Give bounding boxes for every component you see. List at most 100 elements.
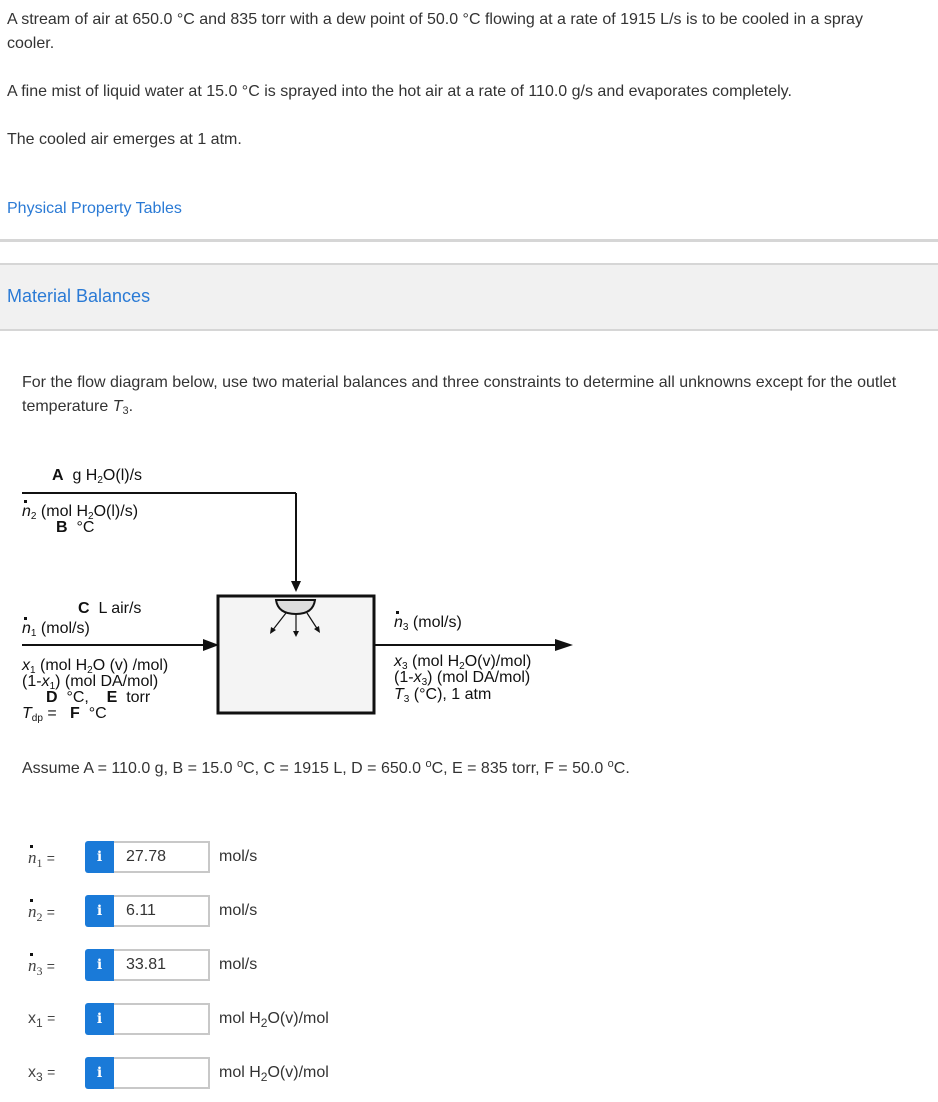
water-rate-label: A g H2O(l)/s [52,467,142,489]
n-dot-symbol: n [28,953,37,975]
text: O(v)/mol [267,1064,329,1081]
section-header: Material Balances [0,263,938,331]
label-C: C [78,600,90,617]
n-dot-symbol: n [28,899,37,921]
text: O(l)/s [102,467,143,484]
n1-input[interactable] [114,841,210,873]
text: C, E = 835 torr, F = 50.0 [431,760,608,777]
section-title-material-balances[interactable]: Material Balances [7,286,150,307]
text: C. [613,760,630,777]
text: 3 [36,964,43,978]
variable-label: x3 = [28,1064,55,1084]
label-B: B [56,519,68,536]
text: (mol H [412,653,460,670]
text: mol H [219,1064,261,1081]
answer-row-x1: x1 = i mol H2O(v)/mol [0,1003,500,1035]
text: Assume A = 110.0 g, B = 15.0 [22,760,237,777]
text: = [47,1064,56,1080]
text: dp [31,713,43,724]
text: 1 [30,628,37,639]
n-dot-symbol: n [394,611,403,631]
n3-input[interactable] [114,949,210,981]
text: 1 [36,856,43,870]
text: °C [76,519,95,536]
text: T [22,705,32,722]
text: x [28,1064,36,1081]
info-icon[interactable]: i [85,1003,114,1035]
instruction-suffix: . [128,398,134,415]
text: 2 [30,511,37,522]
text: x [28,1010,36,1027]
text: x [413,669,422,686]
text: L air/s [98,600,142,617]
info-icon[interactable]: i [85,841,114,873]
unit-label: mol/s [219,956,258,973]
instruction-prefix: For the flow diagram below, use two mate… [22,374,897,415]
variable-label: n3 = [28,953,55,979]
unit-label: mol/s [219,848,258,865]
text: (mol/s) [40,620,90,637]
label-E: E [106,689,118,706]
variable-label: x1 = [28,1010,55,1030]
n-dot-symbol: n [28,845,37,867]
assumptions-text: Assume A = 110.0 g, B = 15.0 oC, C = 191… [22,758,630,778]
text: O(v)/mol [267,1010,329,1027]
text: = [47,1010,56,1026]
problem-paragraph-1: A stream of air at 650.0 °C and 835 torr… [7,11,863,52]
text: = [46,850,55,866]
text: ) (mol DA/mol) [427,669,531,686]
variable-label: n2 = [28,899,55,925]
text: (mol H [40,503,89,520]
text: x [22,657,30,674]
text: O(v)/mol) [464,653,532,670]
outlet-flow-label: n3 (mol/s) [394,611,462,636]
text: mol H [219,1010,261,1027]
text: (°C), 1 atm [413,686,492,703]
text: ) (mol DA/mol) [55,673,159,690]
inlet-vol-label: C L air/s [78,600,141,617]
unit-label: mol H2O(v)/mol [219,1010,329,1030]
water-temp-label: B °C [56,519,94,536]
instruction-var: T [112,398,123,415]
text: g H [72,467,98,484]
answer-row-n3: n3 = i mol/s [0,949,500,981]
n-dot-symbol: n [22,500,31,520]
text: x [394,653,402,670]
x1-input[interactable] [114,1003,210,1035]
n2-input[interactable] [114,895,210,927]
text: O (v) /mol) [92,657,169,674]
variable-label: n1 = [28,845,55,871]
text: (mol H [40,657,88,674]
problem-paragraph-2: A fine mist of liquid water at 15.0 °C i… [7,83,792,100]
text: 2 [36,910,43,924]
divider [0,239,938,242]
text: (1- [22,673,42,690]
text: = [46,958,55,974]
n-dot-symbol: n [22,617,31,637]
info-icon[interactable]: i [85,949,114,981]
label-A: A [52,467,64,484]
x3-input[interactable] [114,1057,210,1089]
unit-label: mol H2O(v)/mol [219,1064,329,1084]
text: T [394,686,404,703]
answer-row-x3: x3 = i mol H2O(v)/mol [0,1057,500,1089]
text: 3 [36,1070,43,1084]
text: torr [126,689,151,706]
text: °C [88,705,107,722]
outlet-temp-label: T3 (°C), 1 atm [394,686,491,708]
flow-diagram: A g H2O(l)/s n2 (mol H2O(l)/s) B °C C L … [0,455,600,745]
inlet-temp-press-label: D °C, E torr [46,689,150,706]
text: (1- [394,669,414,686]
inlet-flow-label: n1 (mol/s) [22,617,90,642]
water-feed-arrowhead [291,581,301,592]
physical-property-tables-link[interactable]: Physical Property Tables [7,200,182,218]
info-icon[interactable]: i [85,1057,114,1089]
problem-paragraph-3: The cooled air emerges at 1 atm. [7,131,242,148]
info-icon[interactable]: i [85,895,114,927]
text: O(l)/s) [93,503,139,520]
text: (mol/s) [412,614,462,631]
outlet-air-arrowhead [555,639,573,651]
inlet-dewpoint-label: Tdp = F °C [22,705,107,727]
instruction-text: For the flow diagram below, use two mate… [22,371,922,423]
text: °C, [66,689,89,706]
